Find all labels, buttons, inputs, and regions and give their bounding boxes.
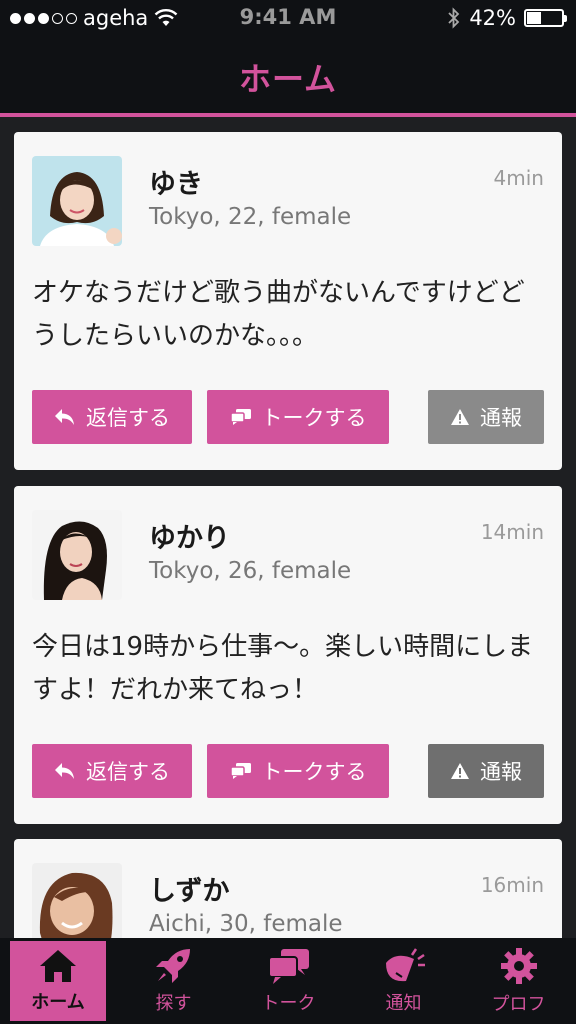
bluetooth-icon [448, 7, 460, 29]
tab-profile-label: プロフ [491, 994, 546, 1015]
post-card: ゆき Tokyo, 22, female 4min オケなうだけど歌う曲がないん… [14, 132, 562, 470]
talk-label: トークする [261, 406, 367, 430]
tab-search[interactable]: 探す [116, 938, 231, 1024]
talk-button[interactable]: トークする [207, 390, 389, 444]
tab-notifications-label: 通知 [385, 993, 422, 1014]
report-button[interactable]: 通報 [428, 744, 544, 798]
chat-icon [229, 763, 251, 779]
home-icon [40, 950, 76, 982]
poster-meta: Tokyo, 22, female [149, 204, 352, 230]
warning-icon [451, 763, 469, 779]
talk-button[interactable]: トークする [207, 744, 389, 798]
reply-icon [55, 763, 74, 779]
app-screen: ageha 9:41 AM 42% ホーム ゆき Tokyo, 22, fema… [0, 0, 576, 1024]
megaphone-icon [385, 948, 425, 982]
post-feed[interactable]: ゆき Tokyo, 22, female 4min オケなうだけど歌う曲がないん… [0, 117, 576, 938]
avatar[interactable] [32, 863, 122, 938]
post-time: 4min [493, 166, 544, 190]
reply-button[interactable]: 返信する [32, 744, 192, 798]
poster-meta: Aichi, 30, female [149, 911, 343, 937]
report-label: 通報 [480, 406, 522, 430]
battery-level [527, 12, 541, 24]
warning-icon [451, 409, 469, 425]
post-message: オケなうだけど歌う曲がないんですけどどうしたらいいのかな。。。 [32, 278, 525, 351]
report-label: 通報 [480, 760, 522, 784]
chat-icon [267, 949, 309, 984]
post-card: ゆかり Tokyo, 26, female 14min 今日は19時から仕事〜。… [14, 486, 562, 824]
gear-icon [500, 948, 537, 984]
reply-icon [55, 409, 74, 425]
poster-name: ゆき [149, 169, 203, 200]
battery-percent: 42% [469, 6, 516, 30]
tab-talk[interactable]: トーク [231, 938, 346, 1024]
poster-name: しずか [149, 876, 230, 907]
tab-bar: ホーム 探す トーク 通知 プロフ [0, 938, 576, 1024]
rocket-icon [155, 949, 190, 983]
tab-home[interactable]: ホーム [10, 941, 106, 1021]
poster-name: ゆかり [149, 523, 230, 554]
status-right: 42% [447, 6, 567, 30]
tab-profile[interactable]: プロフ [461, 938, 576, 1024]
talk-label: トークする [261, 760, 367, 784]
tab-notifications[interactable]: 通知 [346, 938, 461, 1024]
app-header: ホーム [0, 40, 576, 117]
battery-icon [524, 9, 567, 27]
poster-meta: Tokyo, 26, female [149, 558, 352, 584]
post-time: 16min [480, 873, 544, 897]
reply-label: 返信する [86, 406, 170, 430]
post-message: 今日は19時から仕事〜。楽しい時間にしますよ！だれか来てねっ！ [32, 632, 534, 705]
reply-button[interactable]: 返信する [32, 390, 192, 444]
report-button[interactable]: 通報 [428, 390, 544, 444]
tab-talk-label: トーク [261, 993, 316, 1014]
post-time: 14min [480, 520, 544, 544]
tab-home-label: ホーム [31, 992, 85, 1013]
reply-label: 返信する [86, 760, 170, 784]
avatar[interactable] [32, 156, 122, 246]
tab-search-label: 探す [155, 993, 192, 1014]
page-title: ホーム [238, 59, 338, 98]
status-bar: ageha 9:41 AM 42% [0, 0, 576, 40]
chat-icon [229, 409, 251, 425]
post-card: しずか Aichi, 30, female 16min [14, 839, 562, 938]
avatar[interactable] [32, 510, 122, 600]
